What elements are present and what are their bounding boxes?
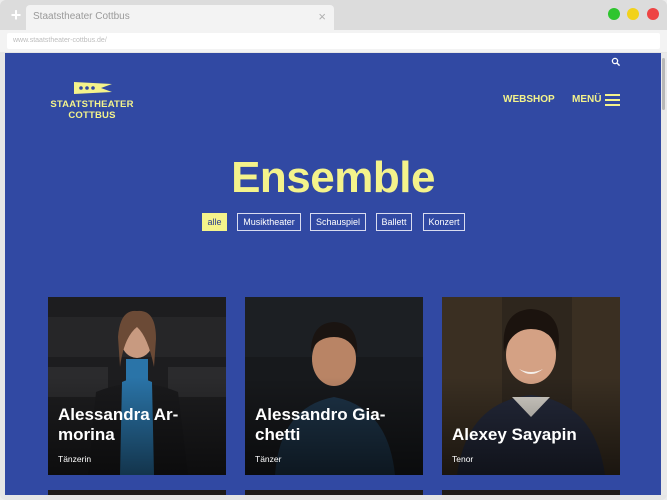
- artist-name: Alexey Sayapin: [452, 425, 577, 444]
- logo-line-1: STAATSTHEATER: [50, 99, 134, 110]
- filter-alle[interactable]: alle: [202, 213, 227, 231]
- minimize-window-button[interactable]: [627, 8, 639, 20]
- close-window-button[interactable]: [647, 8, 659, 20]
- artist-name: Alessandra Ar- morina: [58, 405, 179, 444]
- filter-ballett[interactable]: Ballett: [376, 213, 412, 231]
- webshop-link[interactable]: WEBSHOP: [503, 94, 555, 105]
- close-tab-icon[interactable]: ×: [318, 9, 326, 24]
- ensemble-card[interactable]: Alessandro Gia- chetti Tänzer: [245, 297, 423, 475]
- logo-line-2: COTTBUS: [68, 110, 116, 121]
- menu-button[interactable]: MENÜ: [572, 94, 601, 105]
- next-row-card-edge: [48, 490, 226, 495]
- tab-title: Staatstheater Cottbus: [33, 11, 130, 22]
- ensemble-card[interactable]: Alessandra Ar- morina Tänzerin: [48, 297, 226, 475]
- address-bar: www.staatstheater-cottbus.de/: [0, 30, 667, 52]
- artist-name: Alessandro Gia- chetti: [255, 405, 386, 444]
- scrollbar[interactable]: [661, 53, 667, 495]
- new-tab-button[interactable]: +: [8, 6, 24, 24]
- artist-role: Tänzerin: [58, 454, 92, 464]
- scrollbar-thumb[interactable]: [662, 58, 665, 110]
- hamburger-menu-icon[interactable]: [605, 94, 620, 106]
- filter-musiktheater[interactable]: Musiktheater: [237, 213, 301, 231]
- tab-bar: + Staatstheater Cottbus ×: [0, 0, 667, 30]
- filter-schauspiel[interactable]: Schauspiel: [310, 213, 366, 231]
- url-field[interactable]: www.staatstheater-cottbus.de/: [7, 33, 660, 49]
- next-row-card-edge: [245, 490, 423, 495]
- maximize-window-button[interactable]: [608, 8, 620, 20]
- pennant-logo-icon: [74, 82, 112, 94]
- page-viewport: STAATSTHEATER COTTBUS WEBSHOP MENÜ Ensem…: [5, 53, 661, 495]
- page-title: Ensemble: [231, 153, 435, 202]
- logo-wordmark: STAATSTHEATER COTTBUS: [47, 99, 137, 121]
- browser-window: + Staatstheater Cottbus × www.staatsthea…: [0, 0, 667, 500]
- artist-role: Tänzer: [255, 454, 282, 464]
- site-logo[interactable]: STAATSTHEATER COTTBUS: [47, 80, 137, 124]
- search-icon[interactable]: [611, 57, 621, 67]
- filter-konzert[interactable]: Konzert: [423, 213, 465, 231]
- browser-tab[interactable]: Staatstheater Cottbus ×: [26, 5, 334, 30]
- ensemble-card[interactable]: Alexey Sayapin Tenor: [442, 297, 620, 475]
- artist-role: Tenor: [452, 454, 474, 464]
- next-row-card-edge: [442, 490, 620, 495]
